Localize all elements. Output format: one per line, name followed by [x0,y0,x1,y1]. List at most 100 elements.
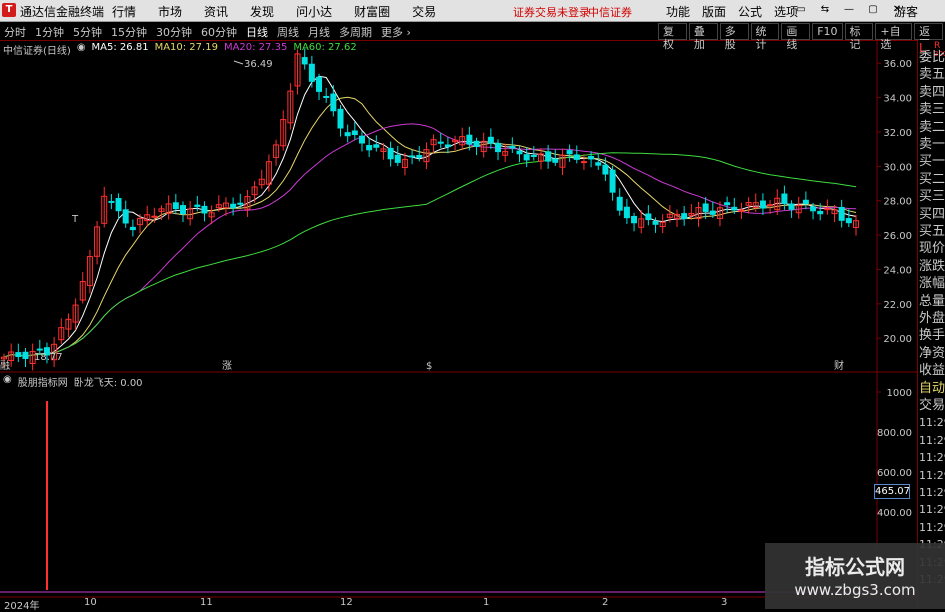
sidebar-item: 换手 [919,328,945,344]
candle-body [179,205,186,215]
date-nov: 11 [200,597,213,608]
candle-body [36,348,43,351]
sidebar-item: 11:29 [919,486,945,499]
sidebar-item: 买一 [919,154,945,170]
candle-body [731,206,738,211]
sidebar-item: 买三 [919,189,945,205]
candle-body [373,144,380,148]
indicator-label: ◉ 股朋指标网 卧龙飞天: 0.00 [3,374,143,389]
date-jan: 1 [483,597,490,608]
indicator-value: 卧龙飞天: 0.00 [73,378,143,389]
sidebar-item: 委比 [919,50,945,65]
candle-body [358,135,365,144]
candle-body [237,202,244,205]
low-label: 18.77 [34,352,63,363]
candle-body [301,57,308,65]
candle-body [308,63,315,82]
sidebar-item: 净资 [919,345,945,361]
candle-body [330,93,337,112]
candle-body [645,213,652,221]
date-axis: 2024年 10 11 12 1 2 3 [0,597,880,612]
sidebar-item: 卖四 [919,84,945,100]
candle-body [573,154,580,160]
candle-body [473,140,480,147]
marker-cai: 财 [834,359,844,372]
candle-body [108,200,115,203]
candle-body [15,352,22,358]
indicator-tick-label: 600.00 [877,468,912,479]
candle-body [595,162,602,166]
candle-body [409,155,416,158]
candle-body [437,141,444,144]
sidebar-item: 自动 [919,380,945,396]
candle-body [230,203,237,209]
candle-body [351,130,358,136]
indicator-settings-icon[interactable]: ◉ [3,374,12,389]
price-tick-label: 32.00 [883,128,912,139]
sidebar-item: 涨跌 [919,258,945,274]
sidebar-item: 现价 [919,241,945,257]
price-tick-label: 34.00 [883,94,912,105]
sidebar-item: 11:29 [919,433,945,447]
high-pointer [233,60,244,65]
candle-body [824,208,831,211]
indicator-name[interactable]: 股朋指标网 [18,374,68,389]
ma5-line [3,75,857,358]
candle-body [838,206,845,221]
date-dec: 12 [340,597,353,608]
sidebar-item: 卖一 [919,137,945,152]
candle-body [466,134,473,145]
sidebar-item: 外盘 [919,311,945,326]
candle-body [545,151,552,162]
sidebar-item: 卖三 [919,102,945,118]
candle-body [194,204,201,207]
candle-body [122,209,129,224]
candle-body [652,221,659,225]
candle-body [702,203,709,212]
candle-body [523,154,530,161]
sidebar-item: 卖二 [919,119,945,135]
candle-body [344,132,351,137]
candle-body [516,150,523,155]
candle-body [802,199,809,205]
quote-sidebar: L R 300 委比卖五卖四卖三卖二卖一买一买二买三买四买五现价涨跌涨幅总量外盘… [917,40,945,609]
candle-body [151,215,158,218]
watermark-url: www.zbgs3.com [794,581,916,599]
candle-body [201,205,208,214]
candle-body [681,213,688,220]
candle-body [724,202,731,206]
sidebar-item: 买五 [919,224,945,239]
price-tick-label: 26.00 [883,231,912,242]
sidebar-item: 卖五 [919,67,945,83]
sidebar-item: 11:29 [919,520,945,534]
candle-body [810,206,817,212]
candle-body [788,203,795,210]
candle-body [709,210,716,215]
sidebar-item: 11:29 [919,416,945,430]
sidebar-item: 总量 [919,293,945,309]
candle-body [817,210,824,215]
price-tick-label: 24.00 [883,265,912,276]
candle-body [115,198,122,212]
watermark-title: 指标公式网 [805,555,905,579]
candle-body [602,164,609,175]
candle-body [129,226,136,231]
sidebar-item: 11:29 [919,503,945,517]
candle-body [781,193,788,204]
kline-chart[interactable]: 36.00 34.00 32.00 30.00 28.00 26.00 24.00 22.00… [0,0,917,609]
sidebar-item: 买二 [919,171,945,187]
ma20-line [3,123,857,358]
date-feb: 2 [602,597,609,608]
candle-body [845,218,852,224]
sidebar-item: 买四 [919,206,945,222]
candle-body [323,95,330,98]
watermark-logo: 指标公式网 www.zbgs3.com [765,543,945,609]
candle-body [552,158,559,163]
candle-body [616,196,623,211]
candle-body [566,150,573,155]
candle-body [394,154,401,163]
ma60-line [3,152,857,358]
price-tick-label: 20.00 [883,334,912,345]
sidebar-item: 收益 [919,363,945,379]
indicator-tick-label: 1000 [887,388,912,399]
